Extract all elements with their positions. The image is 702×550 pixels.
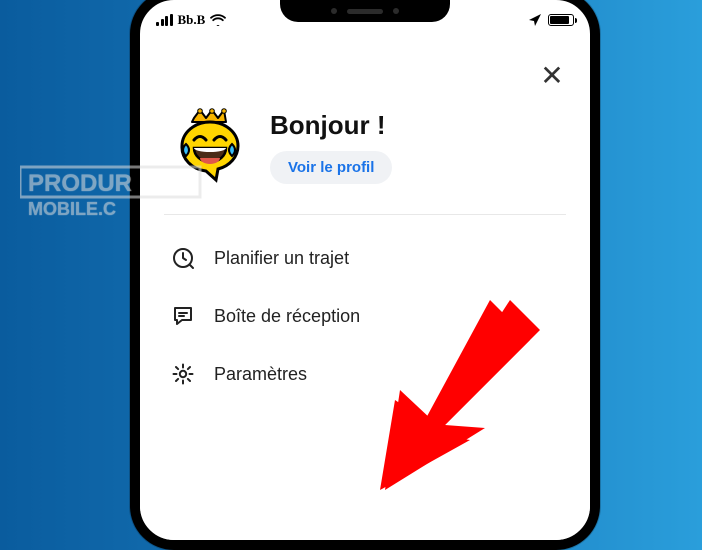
battery-icon (548, 14, 574, 26)
menu-label-plan: Planifier un trajet (214, 248, 349, 269)
phone-notch (280, 0, 450, 22)
carrier-label: Bb.B (178, 12, 206, 28)
app-panel: ✕ (140, 34, 590, 540)
signal-icon (156, 14, 173, 26)
menu-label-inbox: Boîte de réception (214, 306, 360, 327)
clock-icon (170, 245, 196, 271)
watermark-line1: PRODUR (28, 170, 132, 197)
menu-item-settings[interactable]: Paramètres (140, 345, 590, 403)
close-button[interactable]: ✕ (538, 62, 566, 90)
menu-item-inbox[interactable]: Boîte de réception (140, 287, 590, 345)
chat-icon (170, 303, 196, 329)
menu-label-settings: Paramètres (214, 364, 307, 385)
menu-list: Planifier un trajet Boîte de réception (140, 223, 590, 403)
greeting-text: Bonjour ! (270, 110, 560, 141)
menu-item-plan-trip[interactable]: Planifier un trajet (140, 229, 590, 287)
wifi-icon (210, 14, 226, 26)
view-profile-button[interactable]: Voir le profil (270, 151, 392, 184)
location-arrow-icon (528, 13, 542, 27)
watermark: PRODUR MOBILE.C (20, 165, 220, 225)
close-icon: ✕ (540, 62, 563, 90)
gear-icon (170, 361, 196, 387)
watermark-line2: MOBILE.C (28, 199, 116, 219)
divider (164, 214, 566, 215)
phone-frame: Bb.B ✕ (130, 0, 600, 550)
view-profile-label: Voir le profil (288, 159, 374, 176)
